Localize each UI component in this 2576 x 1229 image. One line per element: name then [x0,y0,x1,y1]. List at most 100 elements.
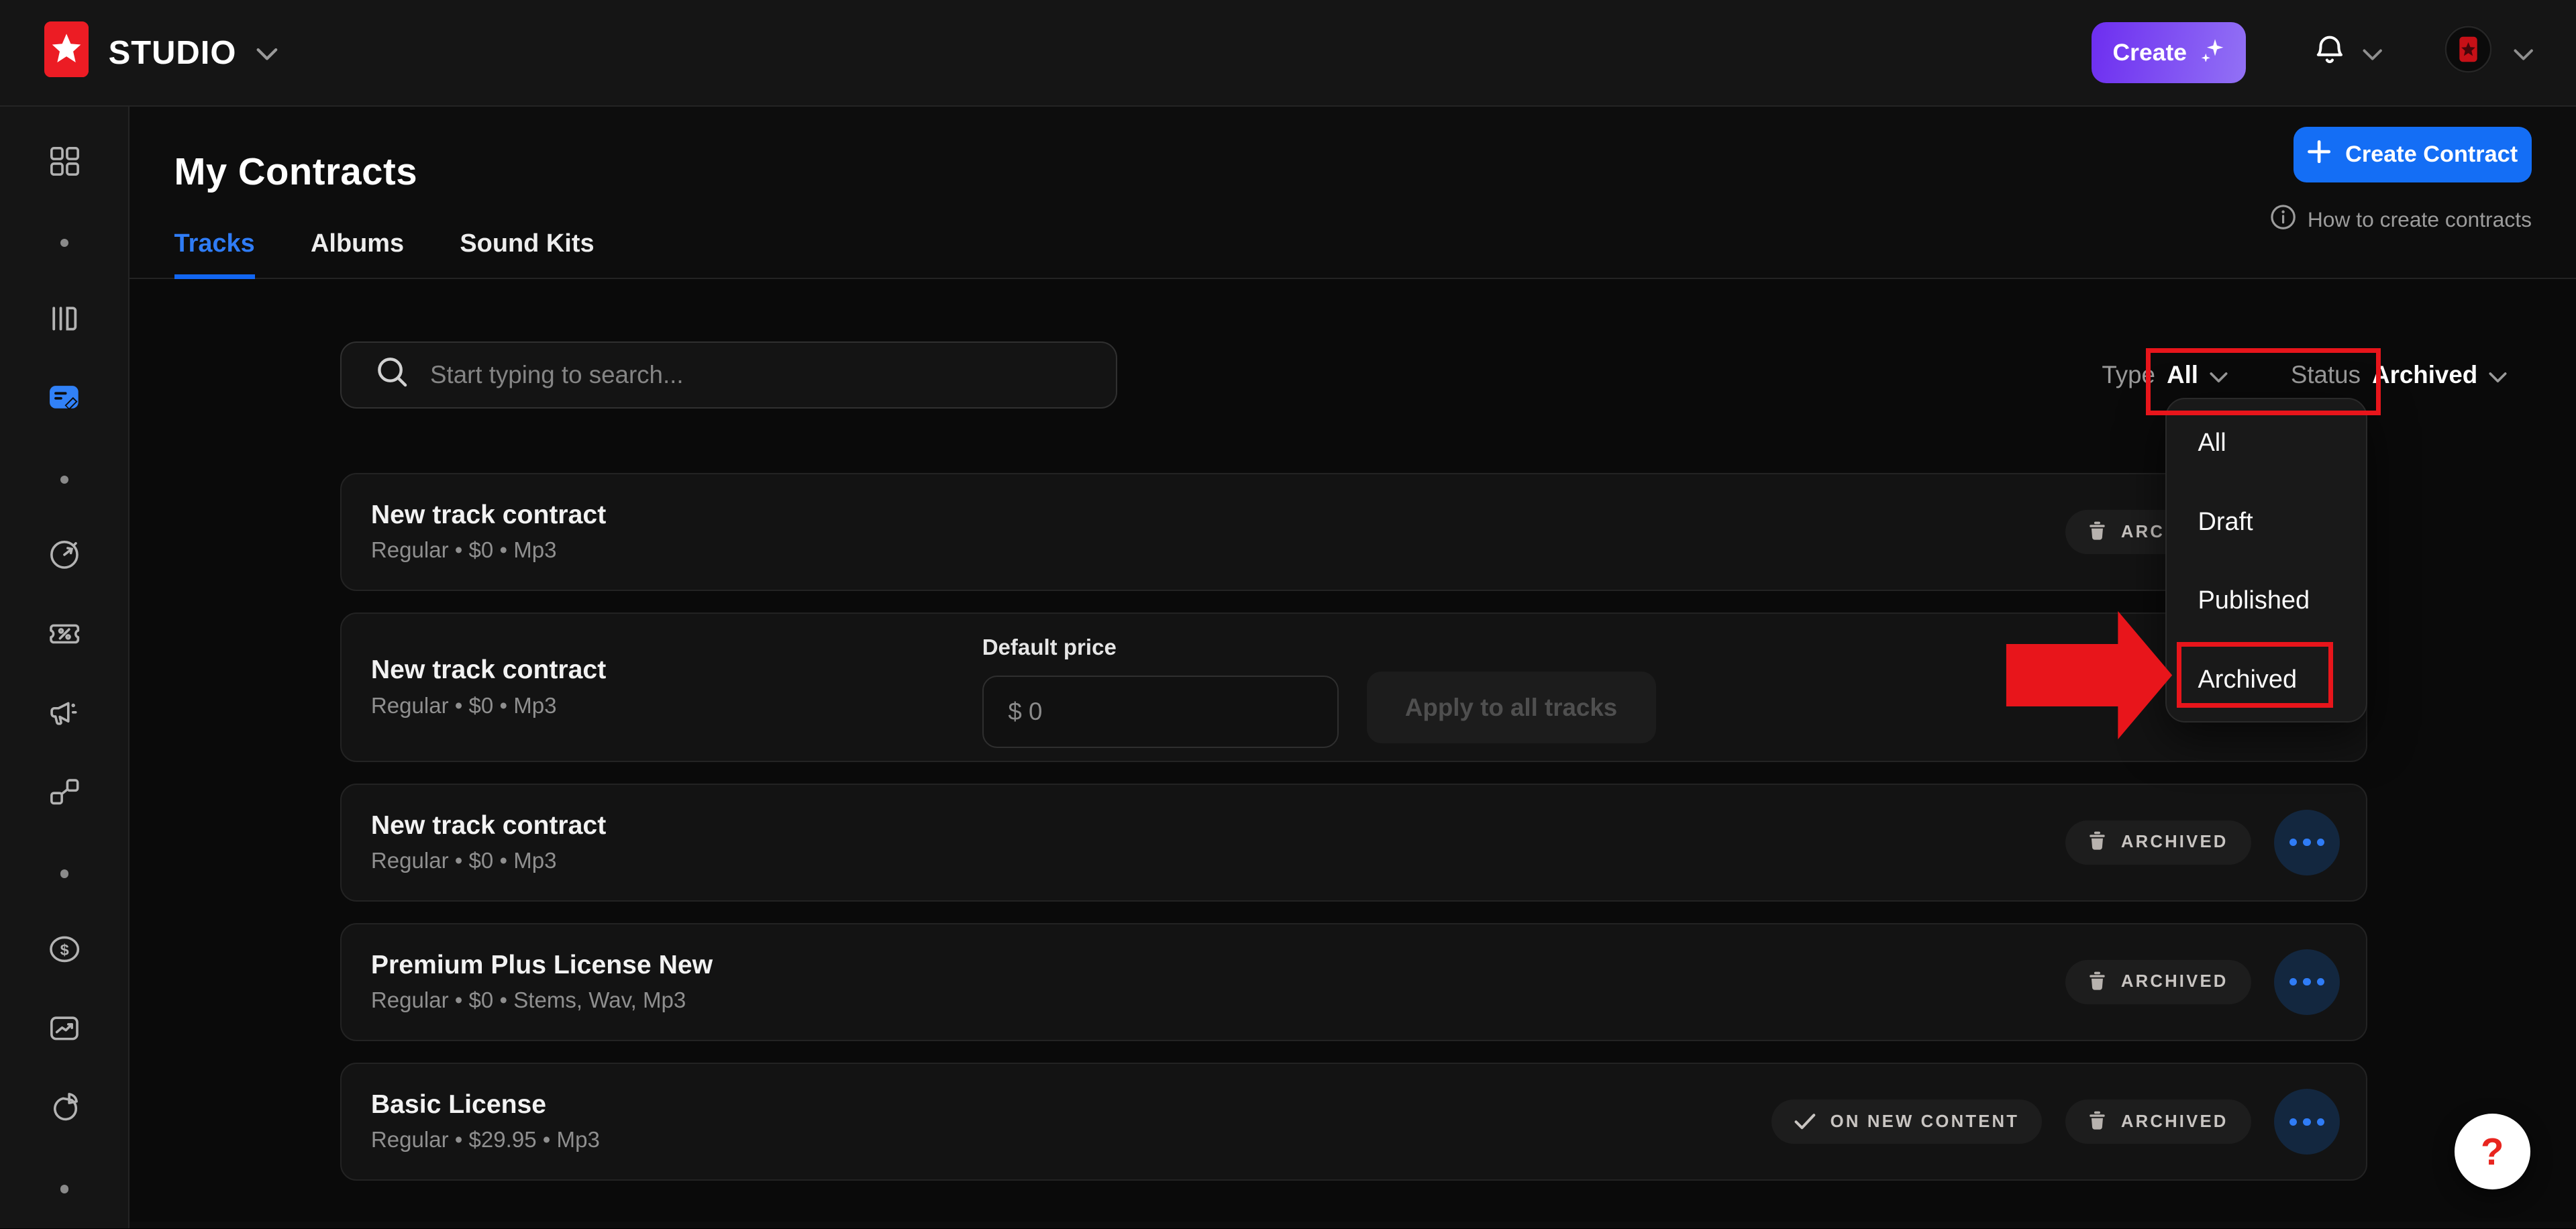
sidebar-item-analytics[interactable] [0,1071,129,1150]
contract-row[interactable]: Premium Plus License New Regular • $0 • … [340,923,2367,1041]
info-icon [2270,204,2296,235]
contract-title: New track contract [371,655,982,685]
plus-icon [2308,140,2330,169]
contract-subtitle: Regular • $29.95 • Mp3 [371,1128,982,1153]
search-input[interactable] [430,361,1116,389]
main-header: My Contracts Create Contract How to crea… [130,107,2576,193]
contract-info: Premium Plus License New Regular • $0 • … [371,951,982,1014]
create-contract-button[interactable]: Create Contract [2294,127,2532,182]
on-new-content-label: ON NEW CONTENT [1831,1112,2019,1132]
contract-title: Premium Plus License New [371,951,982,980]
sidebar-item-payments[interactable]: $ [0,913,129,992]
contract-actions: ARCHIVED [2065,949,2340,1015]
dashboard-grid-icon [46,143,83,186]
trash-icon [2088,1107,2106,1136]
stats-chart-icon [46,1010,83,1053]
status-option-draft[interactable]: Draft [2167,482,2366,562]
status-badge-label: ARCHIVED [2121,833,2228,852]
type-filter-value: All [2167,361,2198,389]
trash-icon [2088,967,2106,997]
dot-separator [60,869,68,877]
contract-row[interactable]: New track contract Regular • $0 • Mp3 AR… [340,473,2367,591]
contract-info: New track contract Regular • $0 • Mp3 [371,500,982,564]
more-options-button[interactable] [2274,1089,2340,1155]
contract-info: New track contract Regular • $0 • Mp3 [371,811,982,874]
payments-dollar-icon: $ [46,931,83,974]
tab-albums[interactable]: Albums [311,229,404,278]
chevron-down-icon [2489,361,2507,389]
tab-tracks[interactable]: Tracks [174,229,255,278]
sidebar-item-contracts[interactable] [0,362,129,441]
connections-nodes-icon [46,773,83,816]
sidebar-separator [0,204,129,283]
contract-subtitle: Regular • $0 • Stems, Wav, Mp3 [371,988,982,1014]
sidebar-item-dashboard[interactable] [0,125,129,204]
topbar-right: Create [2092,22,2534,83]
more-options-button[interactable] [2274,810,2340,875]
tab-sound-kits[interactable]: Sound Kits [460,229,594,278]
sparkle-icon [2200,38,2225,68]
svg-text:$: $ [60,941,68,959]
sidebar-separator [0,440,129,519]
status-option-archived[interactable]: Archived [2167,640,2366,719]
header-actions: Create Contract How to create contracts [2270,127,2532,235]
notifications-menu[interactable] [2312,30,2382,74]
how-to-label: How to create contracts [2308,207,2532,232]
contract-info: New track contract Regular • $0 • Mp3 [371,655,982,718]
contract-subtitle: Regular • $0 • Mp3 [371,849,982,874]
status-option-published[interactable]: Published [2167,562,2366,641]
analytics-pie-icon [46,1089,83,1132]
status-filter-value: Archived [2372,361,2477,389]
how-to-link[interactable]: How to create contracts [2270,204,2532,235]
notifications-bell-icon [2312,30,2348,74]
dot-separator [60,476,68,484]
apply-to-all-tracks-button[interactable]: Apply to all tracks [1367,672,1656,744]
sidebar: $ [0,107,130,1228]
status-badge: ARCHIVED [2065,820,2251,865]
sidebar-item-connections[interactable] [0,755,129,835]
contract-row[interactable]: New track contract Regular • $0 • Mp3 De… [340,612,2367,762]
status-badge: ARCHIVED [2065,1100,2251,1144]
user-avatar [2444,25,2492,80]
topbar: STUDIO Create [0,0,2576,107]
status-badge-label: ARCHIVED [2121,1112,2228,1132]
type-filter-label: Type [2102,361,2155,389]
on-new-content-badge: ON NEW CONTENT [1771,1100,2043,1144]
dot-separator [60,1185,68,1193]
help-button[interactable]: ? [2455,1114,2530,1189]
sidebar-item-marketing[interactable] [0,677,129,756]
sidebar-item-stats[interactable] [0,992,129,1071]
sidebar-item-insights[interactable] [0,519,129,598]
chevron-down-icon[interactable] [256,38,278,68]
status-badge: ARCHIVED [2065,960,2251,1004]
account-menu[interactable] [2444,25,2533,80]
price-editor: Default price [982,635,1339,748]
status-filter-label: Status [2291,361,2361,389]
chevron-down-icon [2363,38,2382,68]
sidebar-item-library[interactable] [0,282,129,362]
contract-title: New track contract [371,500,982,530]
contract-row[interactable]: Basic License Regular • $29.95 • Mp3 ON … [340,1063,2367,1181]
status-option-all[interactable]: All [2167,404,2366,483]
chevron-down-icon [2514,38,2533,68]
default-price-input[interactable] [982,676,1339,748]
trash-icon [2088,517,2106,547]
sidebar-item-promotions[interactable] [0,598,129,677]
contracts-icon [44,379,84,422]
status-badge-label: ARCHIVED [2121,972,2228,992]
brand-title: STUDIO [109,34,237,72]
brand[interactable]: STUDIO [44,21,278,84]
more-options-button[interactable] [2274,949,2340,1015]
chevron-down-icon [2210,361,2228,389]
sidebar-separator [0,835,129,914]
page-title: My Contracts [174,150,2532,193]
studio-app: STUDIO Create [0,0,2576,1228]
check-icon [1794,1107,1816,1136]
contract-title: Basic License [371,1090,982,1120]
contract-subtitle: Regular • $0 • Mp3 [371,538,982,564]
create-button[interactable]: Create [2092,22,2246,83]
contract-subtitle: Regular • $0 • Mp3 [371,694,982,719]
library-bars-icon [46,301,83,343]
promo-ticket-icon [46,616,83,659]
contract-row[interactable]: New track contract Regular • $0 • Mp3 AR… [340,784,2367,902]
